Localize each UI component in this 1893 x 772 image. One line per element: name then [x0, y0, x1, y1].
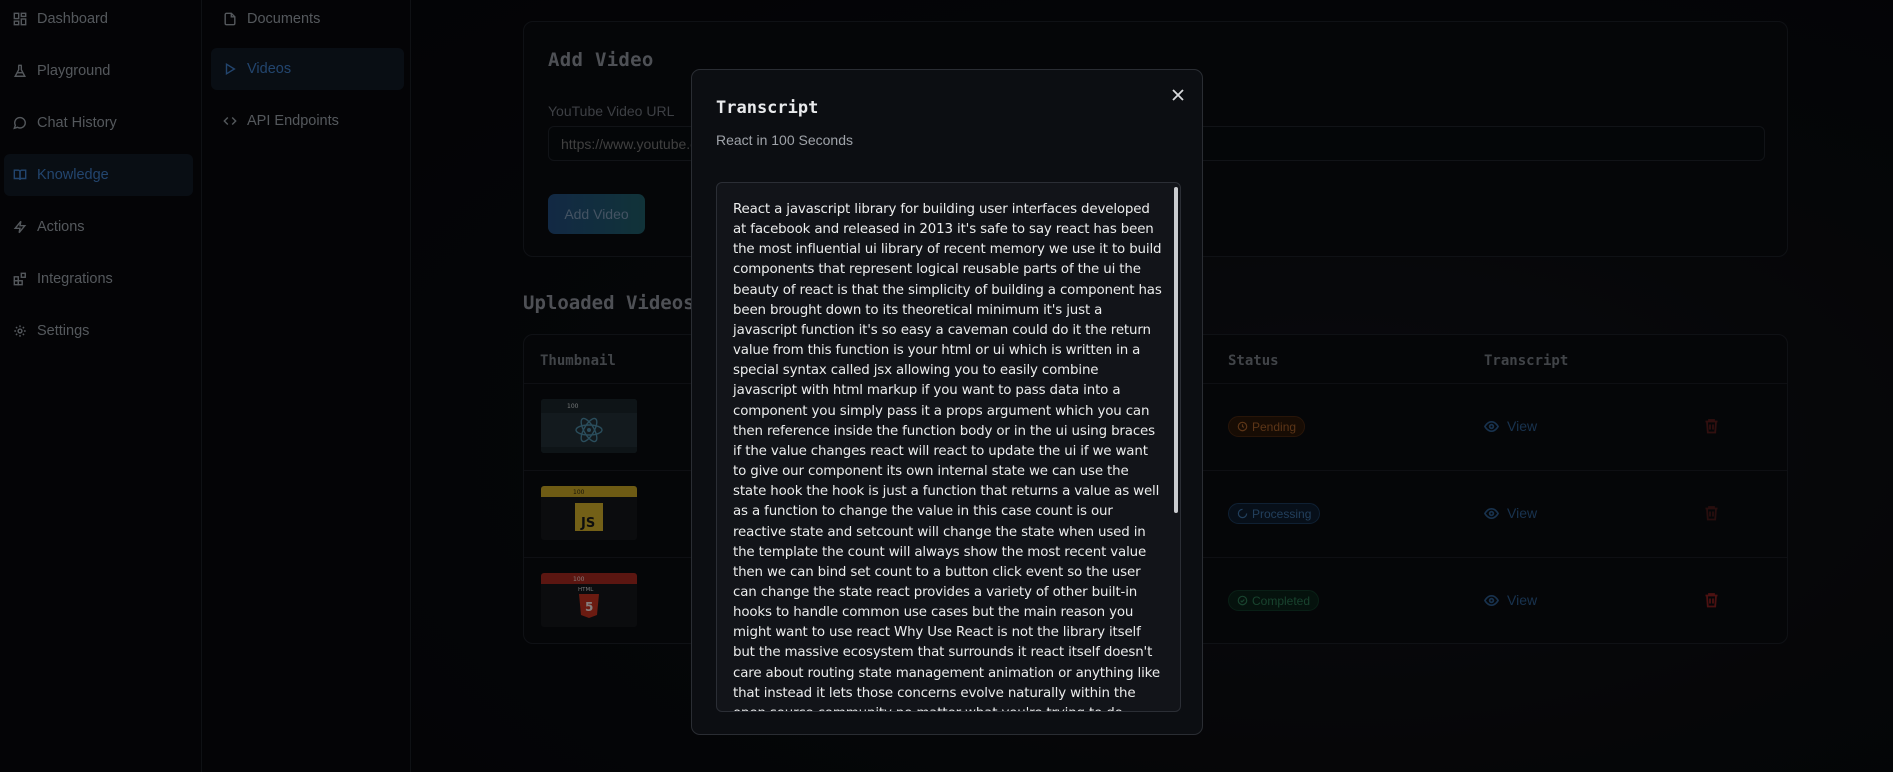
close-icon [1172, 89, 1184, 101]
transcript-modal: Transcript React in 100 Seconds React a … [691, 69, 1203, 735]
transcript-scroll-area[interactable]: React a javascript library for building … [716, 182, 1181, 712]
scrollbar-thumb[interactable] [1174, 187, 1178, 513]
close-button[interactable] [1170, 87, 1186, 103]
transcript-text: React a javascript library for building … [733, 202, 1162, 711]
app-root: Dashboard Playground Chat History Knowle… [0, 0, 1893, 772]
modal-title: Transcript [716, 98, 819, 118]
modal-subtitle: React in 100 Seconds [716, 132, 853, 148]
